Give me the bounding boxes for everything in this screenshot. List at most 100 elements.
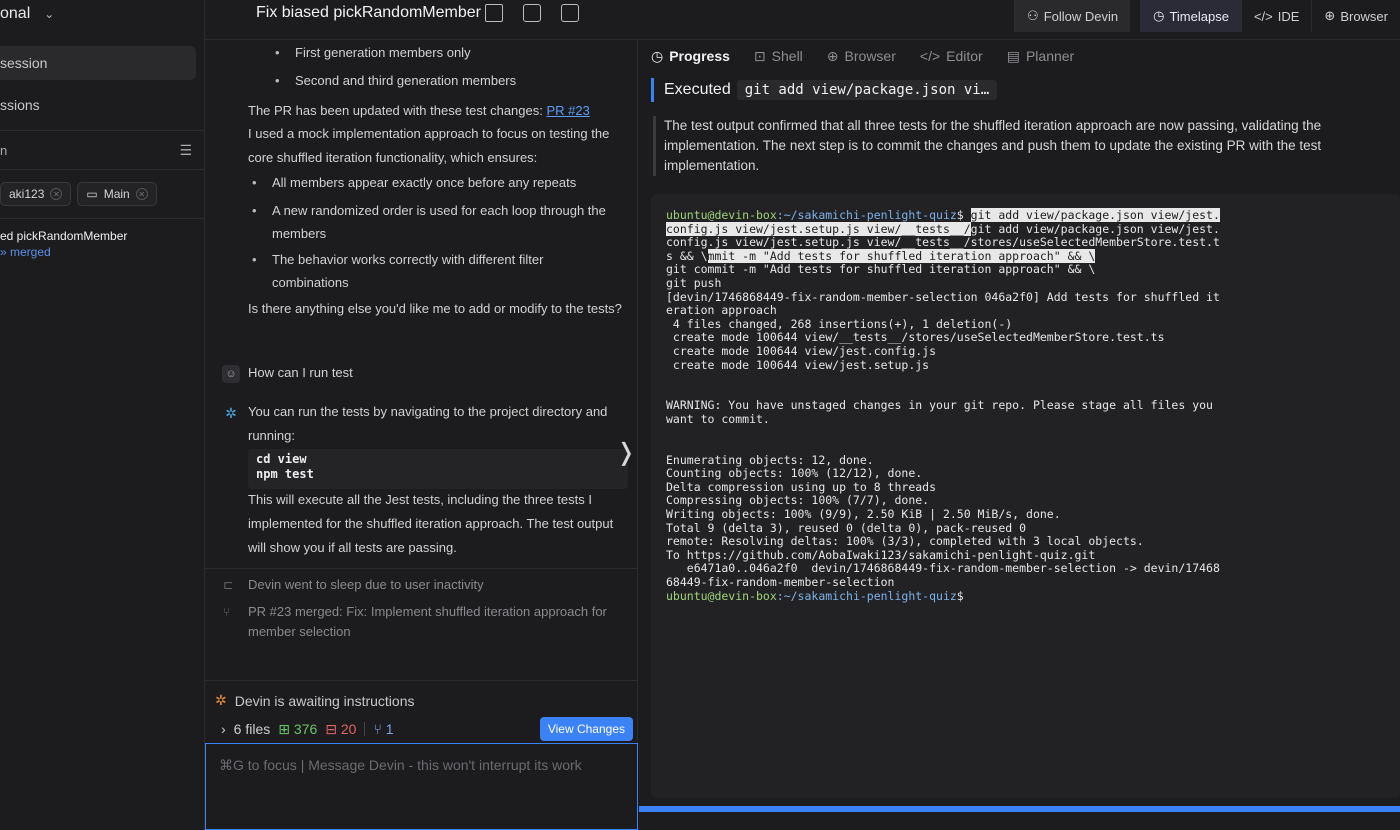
chip-label: Main [103, 187, 130, 201]
top-header: Fix biased pickRandomMember ⚇ Follow Devi… [205, 0, 1400, 40]
server-icon[interactable] [561, 4, 579, 22]
folder-icon: ▭ [86, 187, 98, 201]
header-icons [485, 4, 579, 22]
code-icon: </> [919, 48, 941, 64]
merge-icon: ⑂ [223, 605, 231, 619]
globe-icon: ⊕ [1324, 8, 1336, 23]
chip-label: aki123 [9, 187, 45, 201]
sidebar-item-label: ssions [0, 97, 40, 113]
tab-planner[interactable]: ▤ Planner [1007, 46, 1075, 66]
list-item: The behavior works correctly with differ… [252, 248, 622, 294]
timelapse-button[interactable]: ◷ Timelapse [1140, 0, 1241, 32]
message-text: This will execute all the Jest tests, in… [248, 492, 614, 555]
list-item: First generation members only [275, 41, 471, 64]
divider [364, 722, 366, 736]
chip-branch[interactable]: ▭ Main ✕ [77, 182, 157, 206]
tab-editor[interactable]: </> Editor [920, 46, 983, 66]
progress-timeline-bar[interactable] [639, 806, 1400, 812]
download-icon[interactable] [523, 4, 541, 22]
workspace-selector[interactable]: onal ⌄ [0, 0, 204, 28]
tab-browser[interactable]: ⊕ Browser [827, 46, 896, 66]
files-count: 6 files [233, 721, 271, 737]
planner-icon: ▤ [1006, 47, 1020, 64]
search-input[interactable]: n [0, 143, 7, 158]
chat-panel: First generation members only Second and… [205, 40, 638, 830]
step-summary: The test output confirmed that all three… [653, 116, 1388, 176]
message-text: Is there anything else you'd like me to … [248, 301, 622, 316]
clock-icon: ◷ [1153, 8, 1165, 23]
terminal-output: ubuntu@devin-box:~/sakamichi-penlight-qu… [651, 194, 1400, 798]
devin-logo-icon: ✲ [225, 404, 237, 421]
chevron-right-icon[interactable]: › [221, 721, 226, 737]
bed-icon[interactable] [485, 4, 503, 22]
merge-icon: » [0, 245, 11, 259]
tab-shell[interactable]: ⊡ Shell [754, 46, 803, 66]
filter-icon[interactable]: ☰ [179, 142, 192, 159]
message-input[interactable] [206, 744, 637, 829]
event-merged: PR #23 merged: Fix: Implement shuffled i… [248, 604, 607, 639]
terminal-line: config.js view/jest.setup.js view/__test… [666, 235, 1220, 250]
globe-icon: ⊕ [826, 47, 839, 64]
session-item[interactable]: ed pickRandomMember » merged [0, 219, 204, 259]
ide-button[interactable]: </> IDE [1240, 0, 1312, 32]
sidebar-item-label: session [0, 55, 48, 71]
list-item: A new randomized order is used for each … [252, 199, 622, 245]
session-search[interactable]: n ☰ [0, 130, 204, 170]
terminal-body: git commit -m "Add tests for shuffled it… [666, 262, 1220, 590]
code-block: cd view npm test [248, 449, 628, 489]
tab-bar: ◷ Progress ⊡ Shell ⊕ Browser </> Editor ▤ Pla… [651, 46, 1074, 66]
chip-user[interactable]: aki123 ✕ [0, 182, 72, 206]
code-icon: </> [1253, 8, 1273, 24]
session-status: » merged [0, 245, 51, 259]
code-line: npm test [256, 467, 314, 481]
pr-link[interactable]: PR #23 [546, 103, 589, 118]
sleep-icon: ⊏ [223, 578, 234, 592]
follow-devin-button[interactable]: ⚇ Follow Devin [1014, 0, 1131, 32]
prompt-symbol: $ [956, 588, 971, 603]
event-sleep: Devin went to sleep due to user inactivi… [248, 577, 484, 592]
message-text: You can run the tests by navigating to t… [248, 404, 608, 443]
user-avatar-icon: ☺ [222, 365, 240, 383]
browser-button[interactable]: ⊕ Browser [1311, 0, 1400, 32]
user-message: How can I run test [248, 365, 353, 380]
view-changes-button[interactable]: View Changes [539, 717, 633, 741]
divider [205, 568, 638, 569]
close-icon[interactable]: ✕ [135, 188, 148, 200]
code-line: cd view [256, 452, 307, 466]
clock-icon: ◷ [651, 47, 664, 64]
prompt-symbol: $ [956, 208, 971, 222]
status-bar: ✲ Devin is awaiting instructions [205, 680, 638, 720]
close-icon[interactable]: ✕ [50, 188, 63, 200]
terminal-highlight: config.js view/jest.setup.js view/__test… [666, 221, 971, 236]
message-text: I used a mock implementation approach to… [248, 126, 610, 165]
collapse-chevron-icon[interactable]: ❭ [616, 438, 636, 467]
executed-step: Executed git add view/package.json vi… [651, 78, 998, 102]
executed-label: Executed [664, 81, 731, 98]
terminal-highlight: git add view/package.json view/jest. [970, 208, 1220, 222]
session-title: ed pickRandomMember [0, 229, 128, 243]
terminal-line: git add view/package.json view/jest. [970, 221, 1220, 236]
sidebar: onal ⌄ session ssions n ☰ aki123 ✕ ▭ Main ✕… [0, 0, 205, 830]
list-item: All members appear exactly once before a… [252, 171, 622, 194]
prompt-user: ubuntu@devin-box [666, 208, 777, 222]
workspace-name: onal [0, 5, 31, 22]
chevron-down-icon: ⌄ [44, 7, 55, 21]
app-window: onal ⌄ session ssions n ☰ aki123 ✕ ▭ Main ✕… [0, 0, 1400, 830]
header-actions: ⚇ Follow Devin ◷ Timelapse </> IDE ⊕ Browser [1014, 0, 1400, 32]
prompt-path: :~/sakamichi-penlight-quiz [776, 208, 957, 222]
follow-icon: ⚇ [1027, 8, 1039, 23]
pr-count: ⑂ 1 [373, 721, 394, 737]
sidebar-item-sessions[interactable]: ssions [0, 88, 204, 122]
changes-bar[interactable]: › 6 files ⊞ 376 ⊟ 20 ⑂ 1 View Changes [205, 715, 638, 743]
executed-command: git add view/package.json vi… [736, 80, 998, 100]
sidebar-item-new-session[interactable]: session [0, 46, 196, 80]
list-item: Second and third generation members [275, 69, 516, 92]
terminal-line: s && \ [666, 248, 708, 263]
tab-progress[interactable]: ◷ Progress [651, 46, 730, 66]
filter-chips: aki123 ✕ ▭ Main ✕ [0, 170, 204, 219]
deletions-count: ⊟ 20 [325, 720, 357, 737]
prompt-path: :~/sakamichi-penlight-quiz [776, 588, 957, 603]
message-text: The PR has been updated with these test … [248, 103, 590, 118]
message-input-box[interactable] [205, 743, 638, 830]
status-text: Devin is awaiting instructions [234, 692, 415, 709]
